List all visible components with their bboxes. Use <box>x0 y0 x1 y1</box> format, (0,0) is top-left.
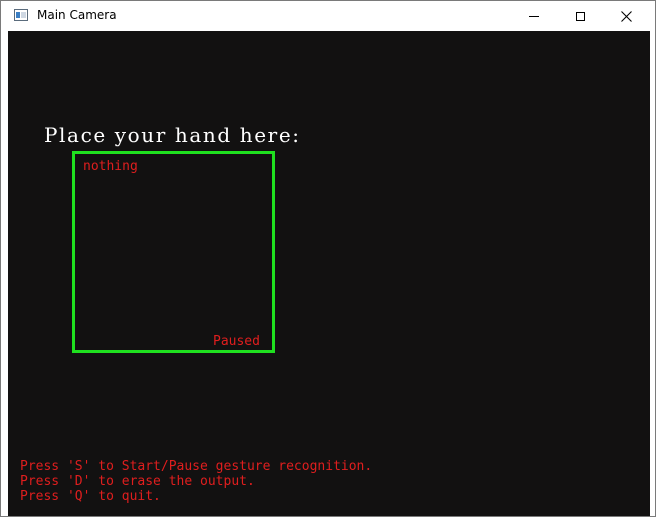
close-icon <box>620 10 632 22</box>
main-camera-window: Main Camera Place your hand here: nothin… <box>0 0 656 517</box>
title-bar[interactable]: Main Camera <box>1 1 655 31</box>
minimize-icon <box>529 15 539 17</box>
recognition-status: Paused <box>213 334 260 349</box>
camera-feed: Place your hand here: nothing Paused Pre… <box>8 31 650 516</box>
close-button[interactable] <box>603 1 649 31</box>
instruction-quit: Press 'Q' to quit. <box>20 489 161 504</box>
maximize-icon <box>575 11 585 21</box>
instruction-start-pause: Press 'S' to Start/Pause gesture recogni… <box>20 459 373 474</box>
hand-placement-prompt: Place your hand here: <box>44 123 301 147</box>
instruction-erase: Press 'D' to erase the output. <box>20 474 255 489</box>
maximize-button[interactable] <box>557 1 603 31</box>
window-title: Main Camera <box>37 8 117 22</box>
hand-region-box <box>72 151 275 353</box>
minimize-button[interactable] <box>511 1 557 31</box>
opencv-window-icon <box>14 9 28 21</box>
prediction-label: nothing <box>83 159 138 174</box>
